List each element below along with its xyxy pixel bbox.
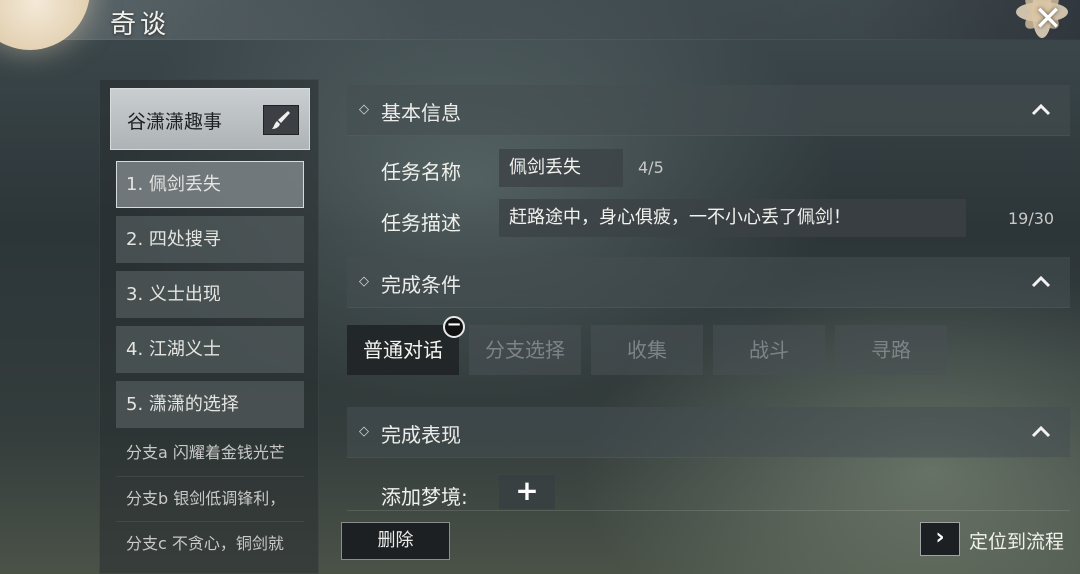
task-name-label: 任务名称 (381, 160, 461, 184)
story-title: 谷潇潇趣事 (127, 111, 223, 133)
task-name-counter: 4/5 (638, 158, 664, 177)
divider (347, 510, 1070, 511)
task-item[interactable]: 1. 佩剑丢失 (116, 161, 304, 208)
close-button[interactable]: ✕ (1030, 2, 1066, 38)
diamond-icon: ◇ (359, 424, 369, 439)
add-dream-button[interactable]: + (499, 475, 555, 509)
brush-icon (272, 111, 290, 129)
chevron-up-icon (1031, 425, 1051, 438)
condition-branch-choice-button[interactable]: 分支选择 (469, 325, 581, 375)
locate-label: 定位到流程 (969, 531, 1065, 553)
performance-header[interactable]: ◇ 完成表现 (347, 407, 1070, 458)
delete-button[interactable]: 删除 (341, 522, 450, 560)
basic-info-header[interactable]: ◇ 基本信息 (347, 85, 1070, 136)
diamond-icon: ◇ (359, 274, 369, 289)
condition-collect-button[interactable]: 收集 (591, 325, 703, 375)
add-dream-label: 添加梦境: (381, 485, 468, 509)
condition-normal-dialog-button[interactable]: 普通对话 (347, 325, 459, 375)
story-header[interactable]: 谷潇潇趣事 (110, 88, 310, 150)
remove-condition-icon[interactable]: − (443, 316, 465, 338)
branch-item[interactable]: 分支a 闪耀着金钱光芒 (116, 431, 304, 475)
task-item[interactable]: 3. 义士出现 (116, 271, 304, 318)
task-item[interactable]: 5. 潇潇的选择 (116, 381, 304, 428)
task-list-panel: 谷潇潇趣事 1. 佩剑丢失 2. 四处搜寻 3. 义士出现 4. 江湖义士 5.… (99, 79, 319, 574)
locate-to-flow-button[interactable]: › 定位到流程 (920, 522, 1070, 558)
chevron-up-icon (1031, 275, 1051, 288)
condition-pathfind-button[interactable]: 寻路 (835, 325, 947, 375)
chevron-right-icon: › (920, 522, 960, 556)
conditions-header[interactable]: ◇ 完成条件 (347, 257, 1070, 308)
edit-button[interactable] (263, 105, 299, 135)
section-title: 基本信息 (381, 101, 461, 125)
diamond-icon: ◇ (359, 102, 369, 117)
task-item[interactable]: 2. 四处搜寻 (116, 216, 304, 263)
section-title: 完成条件 (381, 273, 461, 297)
task-desc-counter: 19/30 (1008, 209, 1055, 228)
task-item[interactable]: 4. 江湖义士 (116, 326, 304, 373)
task-desc-input[interactable]: 赶路途中，身心俱疲，一不小心丢了佩剑！ (499, 199, 966, 237)
moon-decoration (0, 0, 90, 50)
condition-battle-button[interactable]: 战斗 (713, 325, 825, 375)
chevron-up-icon (1031, 103, 1051, 116)
section-title: 完成表现 (381, 423, 461, 447)
branch-item[interactable]: 分支b 银剑低调锋利， (116, 476, 304, 520)
task-desc-label: 任务描述 (381, 211, 461, 235)
window-title: 奇谈 (110, 10, 171, 40)
title-bar: 奇谈 ✕ (0, 0, 1080, 50)
branch-item[interactable]: 分支c 不贪心，铜剑就 (116, 521, 304, 565)
task-name-input[interactable]: 佩剑丢失 (499, 149, 623, 187)
